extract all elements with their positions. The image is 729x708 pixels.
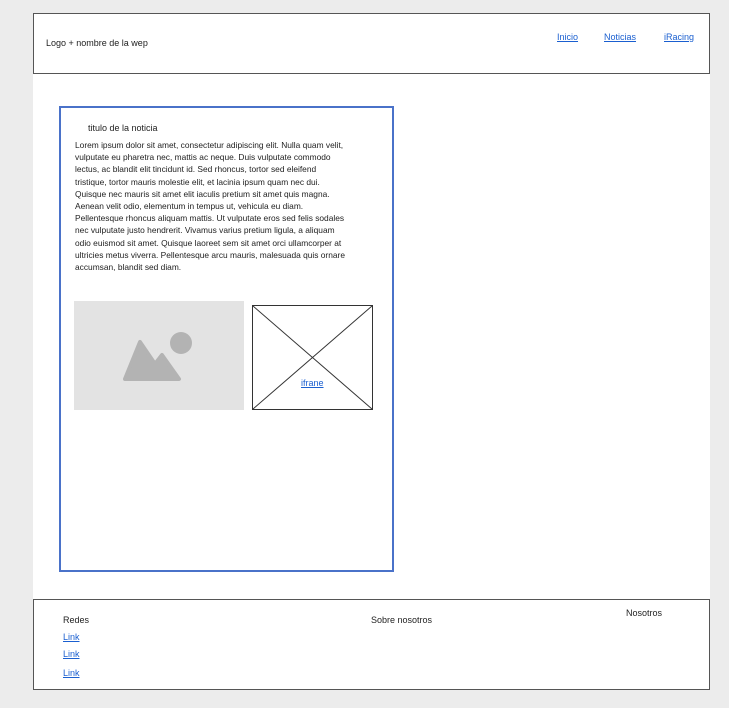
site-header: Logo + nombre de la wep Inicio Noticias … bbox=[33, 13, 710, 74]
iframe-link[interactable]: ifrane bbox=[301, 378, 324, 388]
nav-link-noticias[interactable]: Noticias bbox=[604, 32, 636, 42]
footer-link-3[interactable]: Link bbox=[63, 668, 80, 678]
footer-link-1[interactable]: Link bbox=[63, 632, 80, 642]
footer-heading-redes: Redes bbox=[63, 615, 90, 625]
nav-link-iracing[interactable]: iRacing bbox=[664, 32, 694, 42]
footer-heading-nosotros: Nosotros bbox=[626, 608, 663, 618]
article-body: Lorem ipsum dolor sit amet, consectetur … bbox=[75, 140, 345, 273]
footer-heading-sobre-nosotros: Sobre nosotros bbox=[371, 615, 433, 625]
footer-link-2[interactable]: Link bbox=[63, 649, 80, 659]
nav-link-inicio[interactable]: Inicio bbox=[557, 32, 578, 42]
article-title: titulo de la noticia bbox=[88, 123, 158, 133]
article-image bbox=[74, 301, 244, 410]
image-placeholder-icon bbox=[123, 332, 192, 381]
news-article-card: titulo de la noticia Lorem ipsum dolor s… bbox=[59, 106, 394, 572]
logo-site-name: Logo + nombre de la wep bbox=[46, 38, 148, 48]
iframe-placeholder: ifrane bbox=[252, 305, 373, 410]
cross-placeholder-icon bbox=[253, 306, 372, 409]
site-footer: Redes Link Link Link Sobre nosotros Noso… bbox=[33, 599, 710, 690]
